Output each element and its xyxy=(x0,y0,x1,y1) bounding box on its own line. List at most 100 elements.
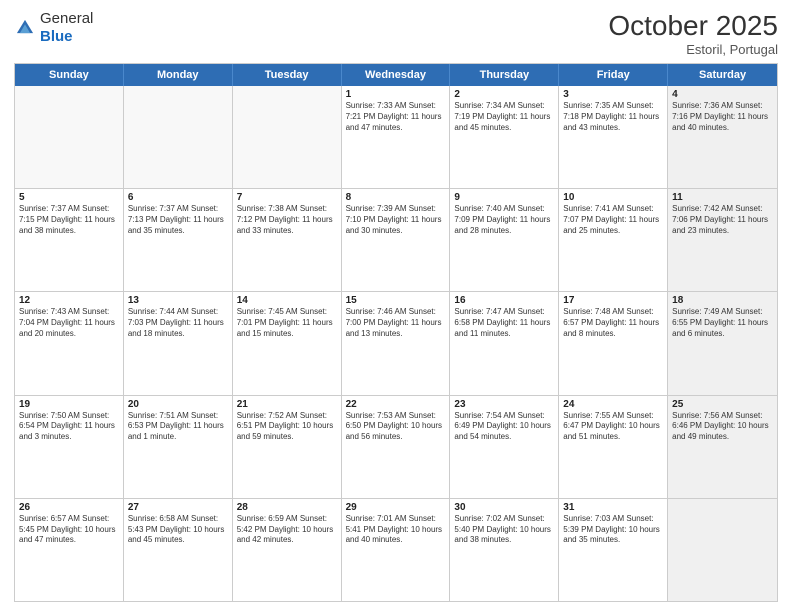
day-cell: 30Sunrise: 7:02 AM Sunset: 5:40 PM Dayli… xyxy=(450,499,559,601)
day-number: 16 xyxy=(454,295,554,306)
day-cell: 26Sunrise: 6:57 AM Sunset: 5:45 PM Dayli… xyxy=(15,499,124,601)
page: General Blue October 2025 Estoril, Portu… xyxy=(0,0,792,612)
day-number: 6 xyxy=(128,192,228,203)
logo-text: General Blue xyxy=(40,10,93,46)
day-cell: 14Sunrise: 7:45 AM Sunset: 7:01 PM Dayli… xyxy=(233,292,342,394)
day-cell: 9Sunrise: 7:40 AM Sunset: 7:09 PM Daylig… xyxy=(450,189,559,291)
day-info: Sunrise: 7:38 AM Sunset: 7:12 PM Dayligh… xyxy=(237,204,337,236)
day-cell: 28Sunrise: 6:59 AM Sunset: 5:42 PM Dayli… xyxy=(233,499,342,601)
day-info: Sunrise: 7:54 AM Sunset: 6:49 PM Dayligh… xyxy=(454,411,554,443)
day-number: 28 xyxy=(237,502,337,513)
day-info: Sunrise: 7:33 AM Sunset: 7:21 PM Dayligh… xyxy=(346,101,446,133)
day-header-tuesday: Tuesday xyxy=(233,64,342,86)
day-info: Sunrise: 7:36 AM Sunset: 7:16 PM Dayligh… xyxy=(672,101,773,133)
day-info: Sunrise: 7:39 AM Sunset: 7:10 PM Dayligh… xyxy=(346,204,446,236)
day-number: 3 xyxy=(563,89,663,100)
day-number: 20 xyxy=(128,399,228,410)
day-info: Sunrise: 7:44 AM Sunset: 7:03 PM Dayligh… xyxy=(128,307,228,339)
day-number: 21 xyxy=(237,399,337,410)
day-cell: 12Sunrise: 7:43 AM Sunset: 7:04 PM Dayli… xyxy=(15,292,124,394)
day-number: 9 xyxy=(454,192,554,203)
day-cell: 29Sunrise: 7:01 AM Sunset: 5:41 PM Dayli… xyxy=(342,499,451,601)
week-row-5: 26Sunrise: 6:57 AM Sunset: 5:45 PM Dayli… xyxy=(15,498,777,601)
day-number: 18 xyxy=(672,295,773,306)
day-header-sunday: Sunday xyxy=(15,64,124,86)
calendar-body: 1Sunrise: 7:33 AM Sunset: 7:21 PM Daylig… xyxy=(15,86,777,601)
day-cell: 16Sunrise: 7:47 AM Sunset: 6:58 PM Dayli… xyxy=(450,292,559,394)
day-cell: 27Sunrise: 6:58 AM Sunset: 5:43 PM Dayli… xyxy=(124,499,233,601)
calendar: SundayMondayTuesdayWednesdayThursdayFrid… xyxy=(14,63,778,602)
location: Estoril, Portugal xyxy=(608,42,778,57)
week-row-3: 12Sunrise: 7:43 AM Sunset: 7:04 PM Dayli… xyxy=(15,291,777,394)
title-block: October 2025 Estoril, Portugal xyxy=(608,10,778,57)
day-cell: 7Sunrise: 7:38 AM Sunset: 7:12 PM Daylig… xyxy=(233,189,342,291)
logo-blue: Blue xyxy=(40,28,73,45)
day-number: 22 xyxy=(346,399,446,410)
day-cell: 8Sunrise: 7:39 AM Sunset: 7:10 PM Daylig… xyxy=(342,189,451,291)
day-header-monday: Monday xyxy=(124,64,233,86)
day-cell: 18Sunrise: 7:49 AM Sunset: 6:55 PM Dayli… xyxy=(668,292,777,394)
day-cell xyxy=(233,86,342,188)
day-number: 25 xyxy=(672,399,773,410)
day-number: 19 xyxy=(19,399,119,410)
day-cell: 20Sunrise: 7:51 AM Sunset: 6:53 PM Dayli… xyxy=(124,396,233,498)
day-number: 17 xyxy=(563,295,663,306)
day-cell: 13Sunrise: 7:44 AM Sunset: 7:03 PM Dayli… xyxy=(124,292,233,394)
day-info: Sunrise: 7:51 AM Sunset: 6:53 PM Dayligh… xyxy=(128,411,228,443)
day-info: Sunrise: 7:37 AM Sunset: 7:13 PM Dayligh… xyxy=(128,204,228,236)
day-header-thursday: Thursday xyxy=(450,64,559,86)
day-cell: 1Sunrise: 7:33 AM Sunset: 7:21 PM Daylig… xyxy=(342,86,451,188)
day-number: 30 xyxy=(454,502,554,513)
day-info: Sunrise: 7:56 AM Sunset: 6:46 PM Dayligh… xyxy=(672,411,773,443)
day-info: Sunrise: 7:53 AM Sunset: 6:50 PM Dayligh… xyxy=(346,411,446,443)
day-info: Sunrise: 7:45 AM Sunset: 7:01 PM Dayligh… xyxy=(237,307,337,339)
day-cell: 23Sunrise: 7:54 AM Sunset: 6:49 PM Dayli… xyxy=(450,396,559,498)
day-header-friday: Friday xyxy=(559,64,668,86)
week-row-1: 1Sunrise: 7:33 AM Sunset: 7:21 PM Daylig… xyxy=(15,86,777,188)
day-cell xyxy=(124,86,233,188)
week-row-4: 19Sunrise: 7:50 AM Sunset: 6:54 PM Dayli… xyxy=(15,395,777,498)
day-info: Sunrise: 7:41 AM Sunset: 7:07 PM Dayligh… xyxy=(563,204,663,236)
day-number: 1 xyxy=(346,89,446,100)
day-header-saturday: Saturday xyxy=(668,64,777,86)
day-cell: 17Sunrise: 7:48 AM Sunset: 6:57 PM Dayli… xyxy=(559,292,668,394)
day-info: Sunrise: 7:46 AM Sunset: 7:00 PM Dayligh… xyxy=(346,307,446,339)
day-cell: 19Sunrise: 7:50 AM Sunset: 6:54 PM Dayli… xyxy=(15,396,124,498)
day-cell: 4Sunrise: 7:36 AM Sunset: 7:16 PM Daylig… xyxy=(668,86,777,188)
day-info: Sunrise: 7:50 AM Sunset: 6:54 PM Dayligh… xyxy=(19,411,119,443)
day-info: Sunrise: 6:58 AM Sunset: 5:43 PM Dayligh… xyxy=(128,514,228,546)
day-info: Sunrise: 7:37 AM Sunset: 7:15 PM Dayligh… xyxy=(19,204,119,236)
day-number: 26 xyxy=(19,502,119,513)
day-number: 29 xyxy=(346,502,446,513)
day-info: Sunrise: 7:02 AM Sunset: 5:40 PM Dayligh… xyxy=(454,514,554,546)
day-number: 15 xyxy=(346,295,446,306)
day-cell: 6Sunrise: 7:37 AM Sunset: 7:13 PM Daylig… xyxy=(124,189,233,291)
day-number: 23 xyxy=(454,399,554,410)
day-info: Sunrise: 6:59 AM Sunset: 5:42 PM Dayligh… xyxy=(237,514,337,546)
day-number: 14 xyxy=(237,295,337,306)
day-cell: 15Sunrise: 7:46 AM Sunset: 7:00 PM Dayli… xyxy=(342,292,451,394)
day-cell xyxy=(15,86,124,188)
week-row-2: 5Sunrise: 7:37 AM Sunset: 7:15 PM Daylig… xyxy=(15,188,777,291)
day-cell: 21Sunrise: 7:52 AM Sunset: 6:51 PM Dayli… xyxy=(233,396,342,498)
day-number: 27 xyxy=(128,502,228,513)
day-headers: SundayMondayTuesdayWednesdayThursdayFrid… xyxy=(15,64,777,86)
day-info: Sunrise: 7:34 AM Sunset: 7:19 PM Dayligh… xyxy=(454,101,554,133)
day-info: Sunrise: 7:35 AM Sunset: 7:18 PM Dayligh… xyxy=(563,101,663,133)
day-cell: 2Sunrise: 7:34 AM Sunset: 7:19 PM Daylig… xyxy=(450,86,559,188)
day-cell xyxy=(668,499,777,601)
day-cell: 25Sunrise: 7:56 AM Sunset: 6:46 PM Dayli… xyxy=(668,396,777,498)
logo-general: General xyxy=(40,10,93,27)
day-info: Sunrise: 7:43 AM Sunset: 7:04 PM Dayligh… xyxy=(19,307,119,339)
day-cell: 5Sunrise: 7:37 AM Sunset: 7:15 PM Daylig… xyxy=(15,189,124,291)
day-info: Sunrise: 7:42 AM Sunset: 7:06 PM Dayligh… xyxy=(672,204,773,236)
day-number: 7 xyxy=(237,192,337,203)
day-cell: 11Sunrise: 7:42 AM Sunset: 7:06 PM Dayli… xyxy=(668,189,777,291)
logo: General Blue xyxy=(14,10,93,46)
day-info: Sunrise: 7:40 AM Sunset: 7:09 PM Dayligh… xyxy=(454,204,554,236)
day-info: Sunrise: 6:57 AM Sunset: 5:45 PM Dayligh… xyxy=(19,514,119,546)
day-cell: 24Sunrise: 7:55 AM Sunset: 6:47 PM Dayli… xyxy=(559,396,668,498)
day-info: Sunrise: 7:47 AM Sunset: 6:58 PM Dayligh… xyxy=(454,307,554,339)
logo-icon xyxy=(14,17,36,39)
day-info: Sunrise: 7:52 AM Sunset: 6:51 PM Dayligh… xyxy=(237,411,337,443)
